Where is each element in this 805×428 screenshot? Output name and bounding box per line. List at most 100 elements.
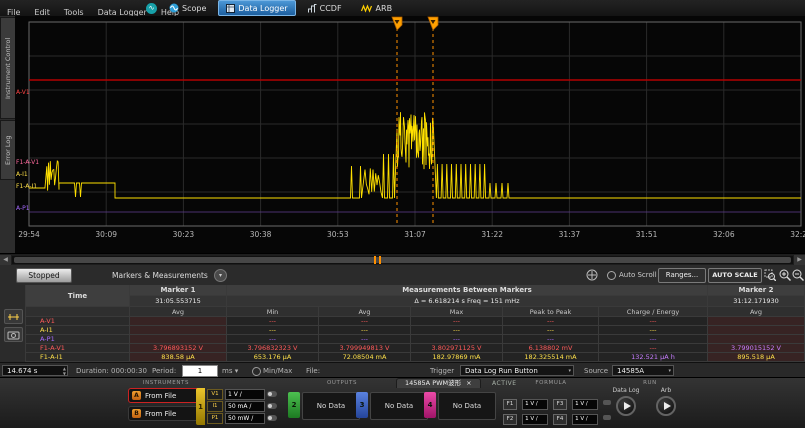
table-cell [708, 317, 805, 326]
output2-channel-tab[interactable]: 2 [288, 392, 300, 418]
output1-voltage-row: V1 1 V / [207, 388, 277, 400]
output3-channel-tab[interactable]: 3 [356, 392, 368, 418]
camera-export-icon[interactable] [4, 327, 23, 342]
f2-scale-value[interactable]: 1 V / [522, 414, 548, 425]
table-cell: --- [319, 335, 411, 344]
output1-rows: V1 1 V / I1 50 mA / P1 50 mW / [207, 388, 277, 424]
table-cell: --- [411, 335, 503, 344]
output4-no-data: No Data [438, 392, 496, 420]
f4-toggle[interactable] [603, 415, 611, 420]
zoom-in-icon[interactable] [779, 269, 791, 281]
instruments-header: INSTRUMENTS [128, 380, 204, 386]
table-cell: 182.325514 mA [503, 353, 599, 362]
channel-label-f1ai1[interactable]: F1-A-I1 [16, 184, 37, 190]
table-cell [130, 326, 227, 335]
markers-measurements-dropdown[interactable]: ▾ [214, 269, 227, 282]
table-cell: --- [411, 317, 503, 326]
formula-header: FORMULA [503, 380, 599, 386]
period-input[interactable]: 1 [182, 365, 218, 377]
v1-scale-value[interactable]: 1 V / [225, 389, 265, 400]
table-cell: 653.176 µA [227, 353, 319, 362]
mode-tabs: ∿ Scope Data Logger CCDF ARB [146, 0, 399, 16]
table-cell [130, 335, 227, 344]
marker2-header[interactable]: Marker 2 [708, 285, 805, 296]
scroll-left-arrow[interactable]: ◀ [0, 255, 11, 265]
minmax-radio[interactable] [252, 367, 261, 376]
table-cell [708, 326, 805, 335]
instrument-b-button[interactable]: B From File [128, 406, 204, 421]
tab-data-logger[interactable]: Data Logger [218, 0, 295, 16]
table-cell: --- [599, 335, 708, 344]
arb-run-button[interactable] [656, 396, 676, 416]
f4-scale-value[interactable]: 1 V / [572, 414, 598, 425]
spinner-arrows-icon[interactable]: ▲▼ [63, 366, 66, 376]
auto-scale-button[interactable]: AUTO SCALE [708, 268, 762, 283]
stopped-button[interactable]: Stopped [16, 268, 72, 283]
trigger-select[interactable]: Data Log Run Button▾ [460, 365, 574, 376]
marker1-time: 31:05.553715 [130, 296, 227, 307]
ranges-button[interactable]: Ranges... [658, 268, 706, 283]
table-cell: --- [599, 344, 708, 353]
v1-toggle[interactable] [267, 391, 277, 397]
marker2-time: 31:12.171930 [708, 296, 805, 307]
tab-scope[interactable]: Scope [162, 1, 213, 15]
i1-scale-value[interactable]: 50 mA / [225, 401, 265, 412]
table-icon-column [0, 285, 26, 362]
scroll-marker2-indicator [379, 256, 381, 264]
zoom-window-icon[interactable] [764, 269, 776, 281]
scroll-thumb[interactable] [14, 257, 791, 263]
channel-label-ap1[interactable]: A-P1 [16, 206, 30, 212]
pan-zoom-icon[interactable] [586, 269, 598, 281]
table-cell: --- [411, 326, 503, 335]
f2-chip: F2 [503, 414, 517, 425]
output3-no-data: No Data [370, 392, 428, 420]
time-position-spinner[interactable]: 14.674 s ▲▼ [2, 365, 68, 376]
zoom-out-icon[interactable] [792, 269, 804, 281]
scroll-right-arrow[interactable]: ▶ [794, 255, 805, 265]
tab-arb[interactable]: ARB [354, 1, 400, 15]
marker-measure-icon[interactable] [4, 309, 23, 324]
p1-scale-value[interactable]: 50 mW / [225, 413, 265, 424]
marker2-sub: Avg [708, 307, 805, 317]
source-select[interactable]: 14585A▾ [612, 365, 674, 376]
close-icon[interactable]: × [466, 379, 471, 388]
output4-channel-tab[interactable]: 4 [424, 392, 436, 418]
period-unit[interactable]: ms ▾ [222, 367, 238, 375]
scroll-track[interactable] [12, 256, 793, 264]
source-label: Source [584, 367, 608, 375]
table-cell: --- [227, 317, 319, 326]
table-cell: --- [599, 326, 708, 335]
svg-text:30:23: 30:23 [173, 230, 195, 239]
label-subheader [26, 307, 130, 317]
channel-label-f1av1[interactable]: F1-A-V1 [16, 160, 39, 166]
i1-toggle[interactable] [267, 403, 277, 409]
sidetab-instrument-control[interactable]: Instrument Control [0, 17, 15, 119]
table-cell: 3.796893152 V [130, 344, 227, 353]
p1-toggle[interactable] [267, 415, 277, 421]
marker1-header[interactable]: Marker 1 [130, 285, 227, 296]
marker1-sub: Avg [130, 307, 227, 317]
tab-ccdf[interactable]: CCDF [301, 1, 349, 15]
svg-text:30:53: 30:53 [327, 230, 349, 239]
arb-icon [361, 4, 373, 13]
table-cell: --- [227, 326, 319, 335]
datalog-run-button[interactable] [616, 396, 636, 416]
svg-text:30:09: 30:09 [95, 230, 117, 239]
table-cell: 72.08504 mA [319, 353, 411, 362]
channel-label-ai1[interactable]: A-I1 [16, 172, 28, 178]
datalog-chart[interactable]: 29:5430:0930:2330:3830:5331:0731:2231:37… [15, 16, 805, 253]
period-label: Period: [152, 367, 176, 375]
output1-channel-tab[interactable]: 1 [196, 388, 205, 425]
table-cell: 3.802971125 V [411, 344, 503, 353]
run-header: RUN [612, 380, 688, 386]
auto-scroll-toggle[interactable] [607, 271, 616, 280]
tab-scope-label: Scope [182, 4, 206, 13]
session-tab[interactable]: 14585A PWM波形 × [396, 378, 481, 388]
sidetab-error-log[interactable]: Error Log [0, 120, 15, 180]
svg-text:31:37: 31:37 [559, 230, 581, 239]
channel-label-av1[interactable]: A-V1 [16, 90, 30, 96]
instrument-a-button[interactable]: A From File [128, 388, 204, 403]
table-cell: 3.796832323 V [227, 344, 319, 353]
trigger-value: Data Log Run Button [465, 367, 538, 375]
table-cell: 132.521 µA h [599, 353, 708, 362]
